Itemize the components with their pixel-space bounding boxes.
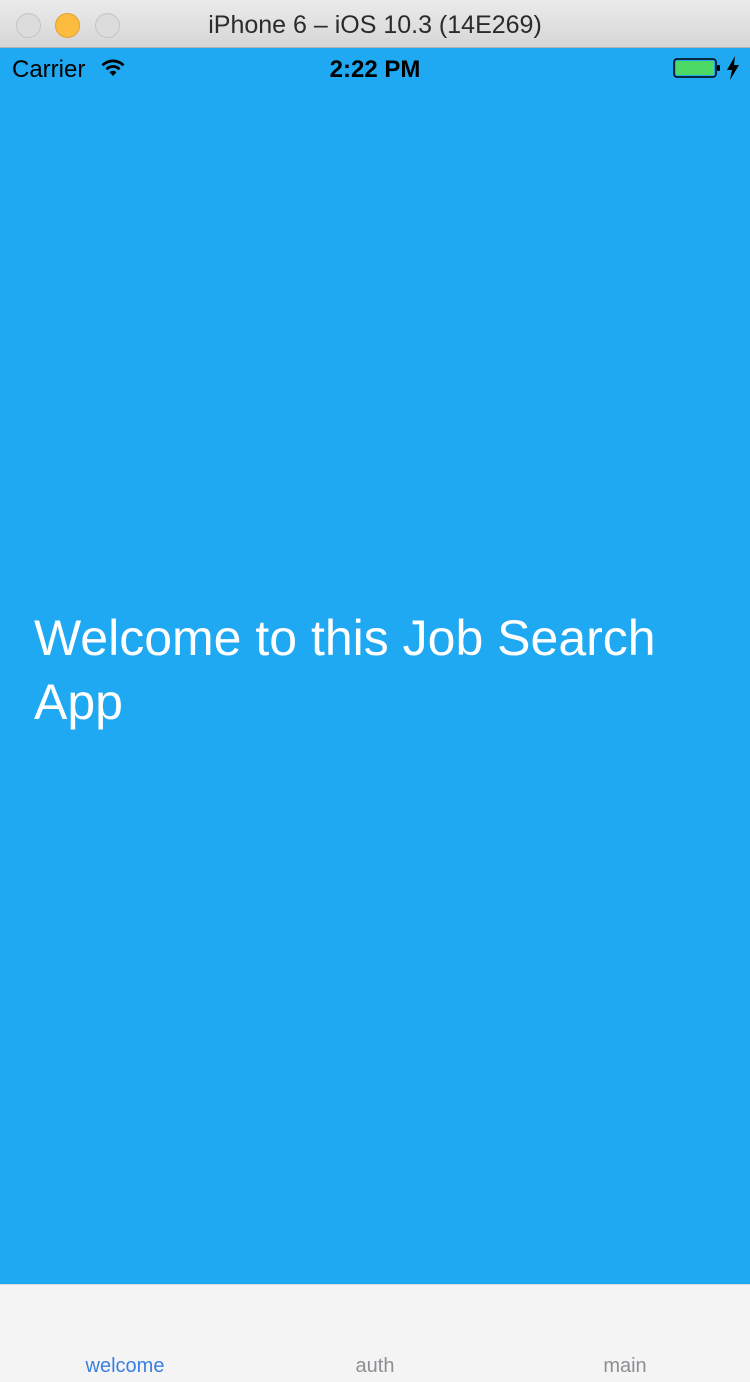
tab-main[interactable]: main (500, 1355, 750, 1378)
battery-icon (673, 58, 720, 78)
window-title: iPhone 6 – iOS 10.3 (14E269) (208, 11, 542, 39)
simulator-window: iPhone 6 – iOS 10.3 (14E269) Carrier 2:2… (0, 0, 750, 1382)
tab-bar: welcome auth main (0, 1284, 750, 1382)
charging-bolt-icon (727, 56, 739, 80)
title-bar: iPhone 6 – iOS 10.3 (14E269) (0, 0, 750, 48)
tab-welcome[interactable]: welcome (0, 1355, 250, 1378)
status-bar: Carrier 2:22 PM (0, 48, 750, 88)
tab-auth[interactable]: auth (250, 1355, 500, 1378)
welcome-heading: Welcome to this Job Search App (34, 610, 656, 730)
phone-screen: Carrier 2:22 PM Welcome to this Job Sear… (0, 48, 750, 1382)
status-time: 2:22 PM (329, 56, 421, 83)
